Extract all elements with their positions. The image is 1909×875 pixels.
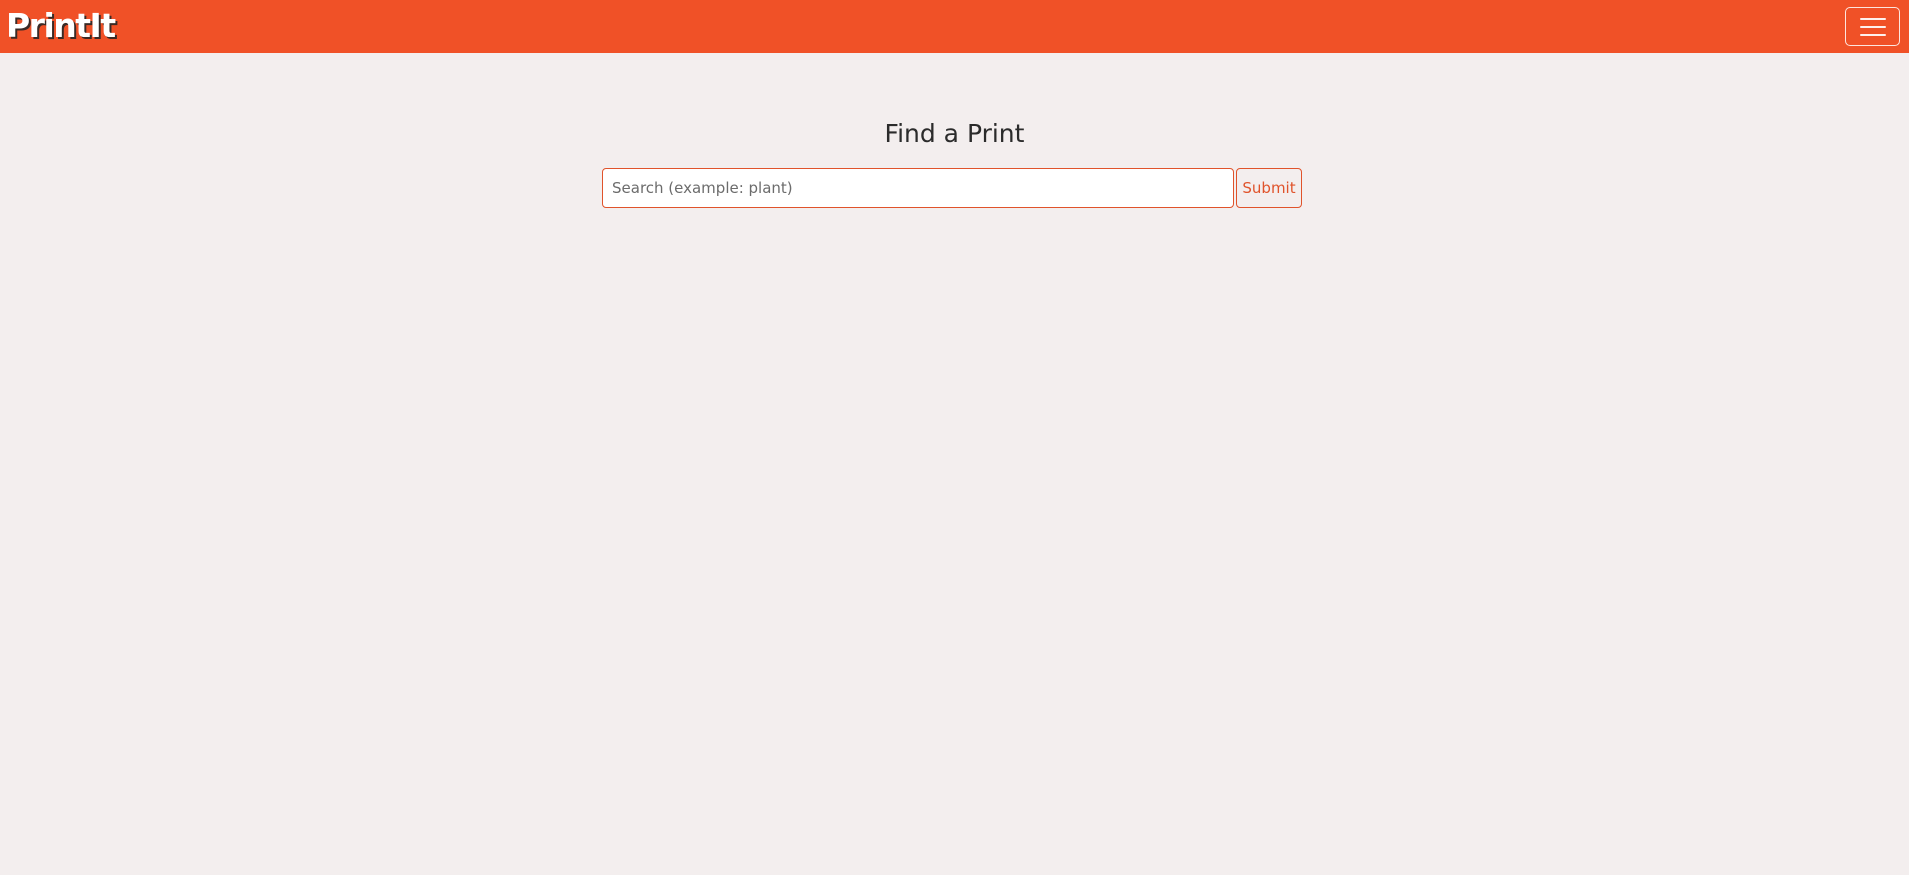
hamburger-menu-icon-bar [1860,26,1886,28]
brand-logo[interactable]: PrintIt [6,4,116,48]
menu-toggle-button[interactable] [1845,7,1900,46]
page-title: Find a Print [884,119,1025,148]
hamburger-menu-icon-bar [1860,34,1886,36]
hamburger-menu-icon [1860,18,1886,20]
top-navbar: PrintIt [0,0,1909,53]
submit-button[interactable]: Submit [1236,168,1302,208]
search-input[interactable] [602,168,1234,208]
